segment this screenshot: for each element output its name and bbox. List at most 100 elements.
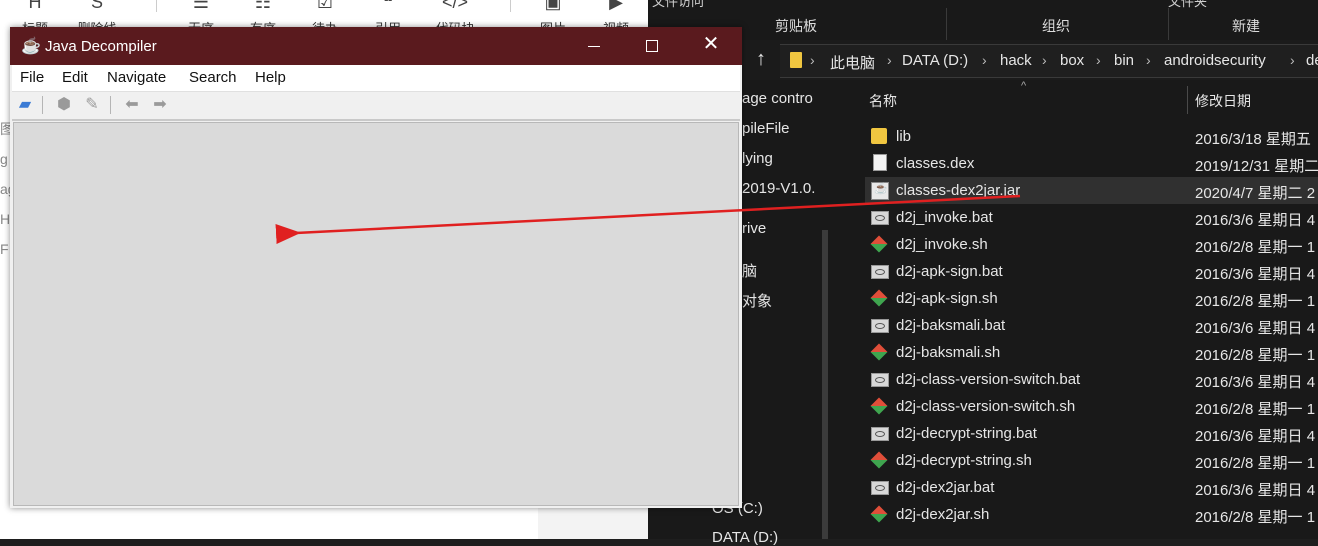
file-date: 2016/2/8 星期一 1 xyxy=(1195,347,1316,364)
file-row[interactable]: d2j-apk-sign.bat 2016/3/6 星期日 4 xyxy=(865,258,1318,285)
batch-file-icon xyxy=(871,481,889,495)
code-block-icon: </> xyxy=(441,0,469,12)
breadcrumb-de[interactable]: de xyxy=(1306,52,1318,69)
file-list: ^ 名称 修改日期 lib 2016/3/18 星期五 classes.dex 201… xyxy=(843,80,1318,539)
column-header-date[interactable]: 修改日期 xyxy=(1195,91,1251,111)
file-row[interactable]: lib 2016/3/18 星期五 xyxy=(865,123,1318,150)
menu-bar: File Edit Navigate Search Help xyxy=(12,65,740,92)
nav-item[interactable]: 2019-V1.0. xyxy=(742,180,815,197)
file-name: d2j-decrypt-string.sh xyxy=(896,452,1032,469)
file-date: 2020/4/7 星期二 2 xyxy=(1195,185,1316,202)
file-name: d2j_invoke.bat xyxy=(896,209,993,226)
open-type-icon[interactable]: ⬢ xyxy=(54,95,74,115)
java-jar-icon xyxy=(871,182,889,200)
ribbon-groups: 剪贴板 组织 新建 xyxy=(648,8,1318,44)
shell-script-icon xyxy=(870,235,888,253)
forward-arrow-icon[interactable]: ➡ xyxy=(150,95,170,115)
file-name: classes-dex2jar.jar xyxy=(896,182,1021,199)
file-explorer: 文件访问 文件夹 剪贴板 组织 新建 ↑ › 此电脑 › DATA (D:) ›… xyxy=(648,0,1318,546)
nav-item-data-d[interactable]: DATA (D:) xyxy=(712,529,778,546)
breadcrumb-data-drive[interactable]: DATA (D:) xyxy=(902,52,968,69)
nav-item[interactable]: lying xyxy=(742,150,773,167)
file-row[interactable]: classes.dex 2019/12/31 星期二 xyxy=(865,150,1318,177)
video-icon: ▶ xyxy=(609,0,623,12)
file-row[interactable]: d2j-dex2jar.bat 2016/3/6 星期日 4 xyxy=(865,474,1318,501)
file-date: 2016/2/8 星期一 1 xyxy=(1195,509,1316,526)
unordered-list-icon: ☰ xyxy=(192,0,210,12)
folder-icon xyxy=(790,52,802,68)
chevron-right-icon: › xyxy=(982,52,987,68)
address-bar[interactable]: › 此电脑 › DATA (D:) › hack › box › bin › a… xyxy=(780,44,1318,78)
file-date: 2016/3/6 星期日 4 xyxy=(1195,266,1316,283)
open-folder-icon[interactable]: ▰ xyxy=(15,95,35,115)
file-row[interactable]: d2j-decrypt-string.bat 2016/3/6 星期日 4 xyxy=(865,420,1318,447)
file-icon xyxy=(873,154,887,171)
batch-file-icon xyxy=(871,373,889,387)
nav-item[interactable]: age contro xyxy=(742,90,813,107)
toolbar-divider xyxy=(110,96,111,114)
breadcrumb-androidsecurity[interactable]: androidsecurity xyxy=(1164,52,1266,69)
breadcrumb-hack[interactable]: hack xyxy=(1000,52,1032,69)
menu-help[interactable]: Help xyxy=(255,69,286,86)
chevron-right-icon: › xyxy=(1146,52,1151,68)
menu-navigate[interactable]: Navigate xyxy=(107,69,166,86)
file-date: 2016/3/6 星期日 4 xyxy=(1195,320,1316,337)
back-arrow-icon[interactable]: ⬅ xyxy=(122,95,142,115)
close-button[interactable]: ✕ xyxy=(682,27,740,65)
file-name: d2j-class-version-switch.bat xyxy=(896,371,1081,388)
search-brush-icon[interactable]: ✎ xyxy=(82,95,102,115)
column-header-row: ^ 名称 修改日期 xyxy=(843,80,1318,118)
nav-item[interactable]: rive xyxy=(742,220,766,237)
nav-item[interactable]: 对象 xyxy=(742,290,772,311)
batch-file-icon xyxy=(871,319,889,333)
coffee-cup-icon: ☕ xyxy=(21,38,41,55)
file-name: lib xyxy=(896,128,912,145)
file-row[interactable]: d2j-dex2jar.sh 2016/2/8 星期一 1 xyxy=(865,501,1318,528)
file-date: 2016/3/6 星期日 4 xyxy=(1195,374,1316,391)
minimize-button[interactable] xyxy=(565,27,623,65)
file-row[interactable]: classes-dex2jar.jar 2020/4/7 星期二 2 xyxy=(865,177,1318,204)
column-header-name[interactable]: 名称 xyxy=(869,91,897,111)
nav-item[interactable]: 脑 xyxy=(742,260,757,281)
image-icon: ▣ xyxy=(544,0,562,12)
file-name: d2j-dex2jar.bat xyxy=(896,479,995,496)
menu-edit[interactable]: Edit xyxy=(62,69,88,86)
nav-item[interactable]: pileFile xyxy=(742,120,790,137)
file-name: d2j_invoke.sh xyxy=(896,236,988,253)
file-date: 2016/2/8 星期一 1 xyxy=(1195,239,1316,256)
file-date: 2016/2/8 星期一 1 xyxy=(1195,455,1316,472)
batch-file-icon xyxy=(871,211,889,225)
maximize-icon xyxy=(646,40,658,52)
file-row[interactable]: d2j_invoke.sh 2016/2/8 星期一 1 xyxy=(865,231,1318,258)
file-name: classes.dex xyxy=(896,155,975,172)
file-row[interactable]: d2j-baksmali.bat 2016/3/6 星期日 4 xyxy=(865,312,1318,339)
menu-file[interactable]: File xyxy=(20,69,44,86)
menu-search[interactable]: Search xyxy=(189,69,237,86)
up-arrow-icon[interactable]: ↑ xyxy=(756,48,766,71)
shell-script-icon xyxy=(870,289,888,307)
navigation-scrollbar[interactable] xyxy=(822,230,828,539)
decompiler-content-area[interactable] xyxy=(13,122,739,506)
file-row[interactable]: d2j_invoke.bat 2016/3/6 星期日 4 xyxy=(865,204,1318,231)
file-name: d2j-class-version-switch.sh xyxy=(896,398,1076,415)
maximize-button[interactable] xyxy=(623,27,681,65)
file-row[interactable]: d2j-class-version-switch.sh 2016/2/8 星期一 … xyxy=(865,393,1318,420)
file-row[interactable]: d2j-decrypt-string.sh 2016/2/8 星期一 1 xyxy=(865,447,1318,474)
shell-script-icon xyxy=(870,397,888,415)
breadcrumb-box[interactable]: box xyxy=(1060,52,1084,69)
breadcrumb-this-pc[interactable]: 此电脑 xyxy=(830,52,875,73)
breadcrumb-bin[interactable]: bin xyxy=(1114,52,1134,69)
window-titlebar[interactable]: ☕ Java Decompiler ✕ xyxy=(10,27,742,65)
file-row[interactable]: d2j-class-version-switch.bat 2016/3/6 星期日… xyxy=(865,366,1318,393)
ribbon-divider xyxy=(1168,8,1169,44)
ribbon-group-organize: 组织 xyxy=(1042,18,1070,34)
address-row: ↑ › 此电脑 › DATA (D:) › hack › box › bin ›… xyxy=(648,40,1318,80)
file-row[interactable]: d2j-apk-sign.sh 2016/2/8 星期一 1 xyxy=(865,285,1318,312)
toolbar-divider xyxy=(510,0,511,12)
chevron-right-icon: › xyxy=(1096,52,1101,68)
batch-file-icon xyxy=(871,265,889,279)
file-name: d2j-decrypt-string.bat xyxy=(896,425,1037,442)
file-row[interactable]: d2j-baksmali.sh 2016/2/8 星期一 1 xyxy=(865,339,1318,366)
column-divider[interactable] xyxy=(1187,86,1188,114)
file-name: d2j-dex2jar.sh xyxy=(896,506,990,523)
